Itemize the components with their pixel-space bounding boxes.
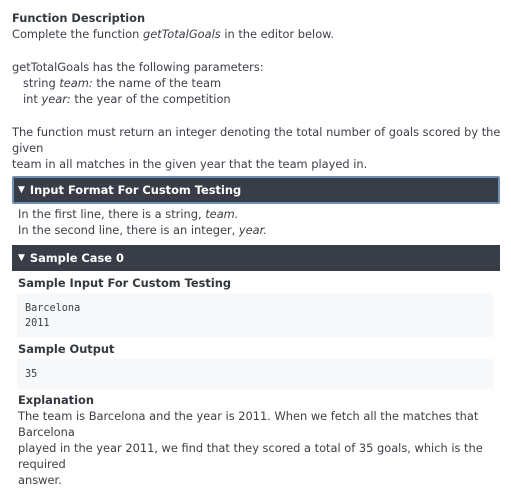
function-description-line: Complete the function getTotalGoals in t… bbox=[12, 26, 334, 42]
code-line: Barcelona bbox=[25, 303, 81, 314]
code-line: 35 bbox=[25, 369, 38, 380]
text: Complete the function bbox=[12, 27, 143, 41]
parameter-team: string team: the name of the team bbox=[12, 75, 264, 91]
var-name: year. bbox=[238, 223, 267, 237]
input-format-header[interactable]: ▼ Input Format For Custom Testing bbox=[12, 176, 500, 204]
param-type: string bbox=[23, 76, 60, 90]
param-desc: the year of the competition bbox=[70, 92, 231, 106]
text: In the second line, there is an integer, bbox=[18, 223, 239, 237]
explanation-line: The team is Barcelona and the year is 20… bbox=[18, 409, 479, 439]
param-name: team: bbox=[59, 76, 93, 90]
parameters-intro: getTotalGoals has the following paramete… bbox=[12, 60, 264, 74]
input-format-line: In the first line, there is a string, te… bbox=[18, 206, 267, 222]
explanation-line: played in the year 2011, we find that th… bbox=[18, 441, 483, 471]
param-name: year: bbox=[41, 92, 71, 106]
var-name: team. bbox=[205, 207, 239, 221]
param-desc: the name of the team bbox=[92, 76, 222, 90]
input-format-body: In the first line, there is a string, te… bbox=[18, 206, 267, 238]
param-type: int bbox=[23, 92, 42, 106]
sample-input-label: Sample Input For Custom Testing bbox=[18, 276, 231, 290]
triangle-down-icon: ▼ bbox=[18, 185, 25, 195]
return-line: The function must return an integer deno… bbox=[12, 125, 501, 155]
text: In the first line, there is a string, bbox=[18, 207, 206, 221]
return-description: The function must return an integer deno… bbox=[12, 124, 511, 172]
return-line: team in all matches in the given year th… bbox=[12, 157, 368, 171]
parameter-year: int year: the year of the competition bbox=[12, 91, 264, 107]
parameters-section: getTotalGoals has the following paramete… bbox=[12, 59, 264, 107]
explanation-line: answer. bbox=[18, 473, 62, 487]
sample-case-title: Sample Case 0 bbox=[29, 251, 124, 265]
sample-case-header[interactable]: ▼ Sample Case 0 bbox=[12, 245, 500, 271]
sample-input-block: Barcelona 2011 bbox=[17, 293, 493, 337]
sample-output-block: 35 bbox=[17, 359, 493, 389]
input-format-title: Input Format For Custom Testing bbox=[29, 183, 242, 197]
code-line: 2011 bbox=[25, 318, 50, 329]
sample-output-label: Sample Output bbox=[18, 342, 115, 356]
explanation-section: Explanation The team is Barcelona and th… bbox=[18, 392, 498, 488]
explanation-label: Explanation bbox=[18, 393, 94, 407]
function-name: getTotalGoals bbox=[142, 27, 221, 41]
input-format-line: In the second line, there is an integer,… bbox=[18, 222, 267, 238]
triangle-down-icon: ▼ bbox=[18, 253, 25, 263]
problem-statement: Function Description Complete the functi… bbox=[0, 0, 511, 487]
text: in the editor below. bbox=[220, 27, 335, 41]
function-description: Function Description Complete the functi… bbox=[12, 10, 334, 42]
function-description-title: Function Description bbox=[12, 11, 146, 25]
